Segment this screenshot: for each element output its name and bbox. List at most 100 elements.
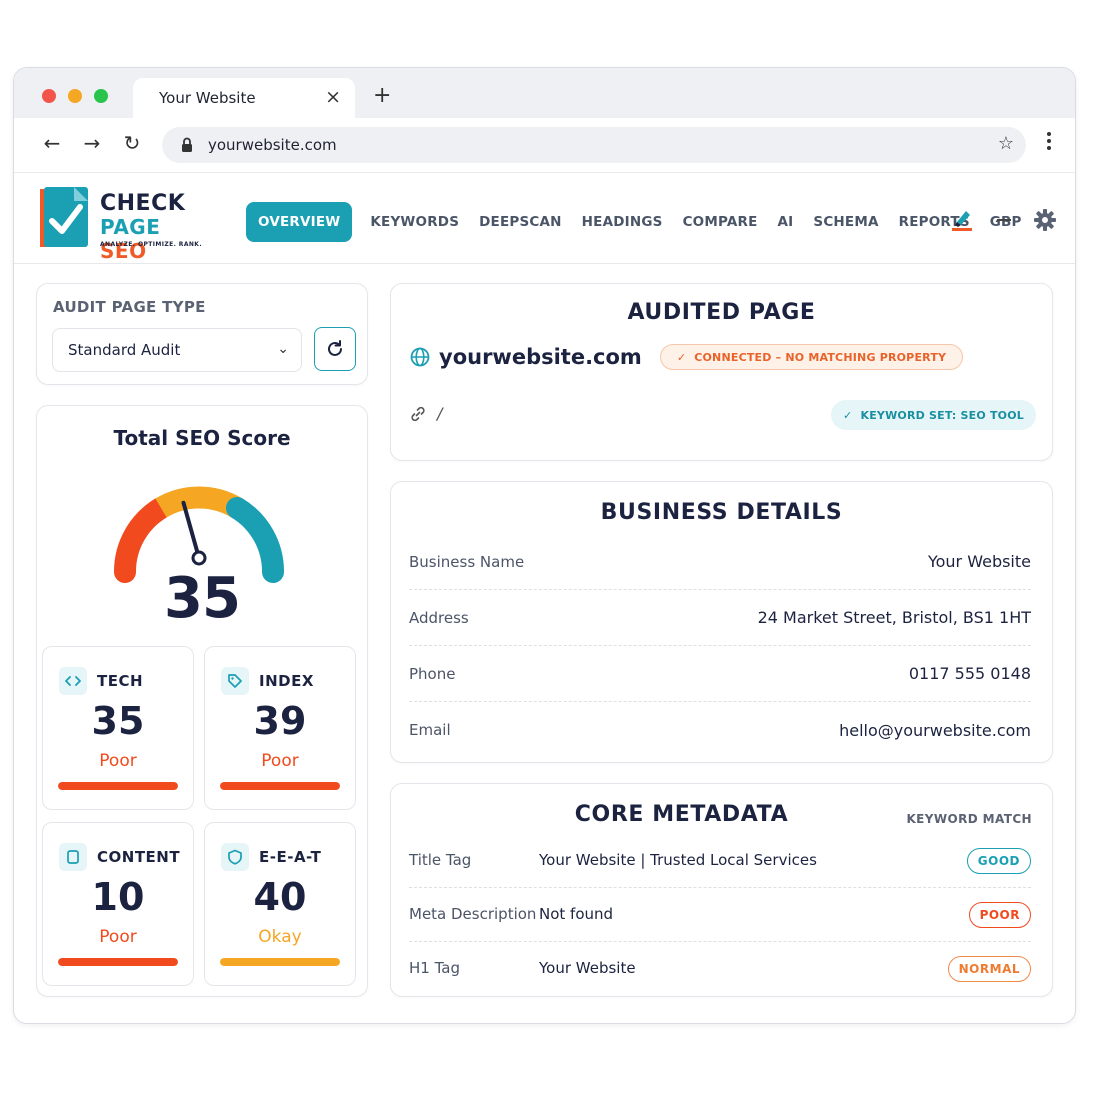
highlighter-icon[interactable] bbox=[949, 207, 975, 233]
content-bar bbox=[58, 958, 178, 966]
gear-icon[interactable] bbox=[1033, 208, 1057, 232]
tab-keywords[interactable]: KEYWORDS bbox=[370, 214, 459, 230]
index-rating: Poor bbox=[261, 751, 299, 771]
logo[interactable]: CHECK PAGE SEO ANALYZE. OPTIMIZE. RANK. bbox=[40, 187, 210, 263]
address-value: 24 Market Street, Bristol, BS1 1HT bbox=[757, 608, 1031, 627]
bookmark-star-icon[interactable]: ☆ bbox=[998, 133, 1014, 154]
keyword-set-badge[interactable]: ✓ KEYWORD SET: SEO TOOL bbox=[831, 400, 1036, 430]
new-tab-icon[interactable]: + bbox=[373, 83, 391, 108]
tab-overview[interactable]: OVERVIEW bbox=[246, 202, 353, 242]
audited-domain-row: yourwebsite.com ✓ CONNECTED – NO MATCHIN… bbox=[409, 344, 964, 370]
email-label: Email bbox=[409, 721, 451, 739]
refresh-audit-button[interactable] bbox=[314, 327, 356, 371]
business-row: Phone 0117 555 0148 bbox=[409, 646, 1031, 702]
tab-bar: Your Website × + bbox=[14, 68, 1075, 118]
url-text: yourwebsite.com bbox=[208, 136, 337, 154]
content-score-card[interactable]: CONTENT 10 Poor bbox=[42, 822, 194, 986]
business-details-title: BUSINESS DETAILS bbox=[600, 500, 843, 525]
h1-tag-label: H1 Tag bbox=[409, 959, 460, 977]
tab-compare[interactable]: COMPARE bbox=[683, 214, 758, 230]
tab-headings[interactable]: HEADINGS bbox=[582, 214, 663, 230]
metadata-row: Title Tag Your Website | Trusted Local S… bbox=[409, 834, 1031, 888]
connection-status-badge: ✓ CONNECTED – NO MATCHING PROPERTY bbox=[659, 344, 964, 370]
logo-text-check: CHECK bbox=[100, 191, 186, 216]
audit-type-select[interactable]: Standard Audit ⌄ bbox=[52, 328, 302, 372]
email-value: hello@yourwebsite.com bbox=[839, 720, 1031, 740]
audit-type-value: Standard Audit bbox=[68, 341, 181, 359]
minimize-window-button[interactable] bbox=[68, 89, 82, 103]
refresh-icon bbox=[328, 340, 342, 356]
business-name-value: Your Website bbox=[927, 552, 1031, 571]
eeat-bar bbox=[220, 958, 340, 966]
reload-icon[interactable]: ↻ bbox=[120, 131, 144, 155]
audited-page-card: AUDITED PAGE yourwebsite.com ✓ CONNECTED… bbox=[390, 283, 1053, 461]
business-row: Address 24 Market Street, Bristol, BS1 1… bbox=[409, 590, 1031, 646]
header-actions bbox=[949, 207, 1057, 233]
url-bar[interactable]: yourwebsite.com ☆ bbox=[162, 127, 1026, 163]
globe-icon bbox=[410, 347, 430, 367]
address-label: Address bbox=[409, 608, 469, 627]
metadata-row: H1 Tag Your Website NORMAL bbox=[409, 942, 1031, 996]
forward-icon[interactable]: → bbox=[80, 131, 104, 155]
tab-deepscan[interactable]: DEEPSCAN bbox=[479, 214, 562, 230]
main-nav: OVERVIEW KEYWORDS DEEPSCAN HEADINGS COMP… bbox=[246, 201, 1042, 243]
audit-type-card: AUDIT PAGE TYPE Standard Audit ⌄ bbox=[36, 283, 368, 385]
audit-type-label: AUDIT PAGE TYPE bbox=[53, 298, 206, 316]
gauge-needle bbox=[181, 500, 201, 560]
tech-rating: Poor bbox=[99, 751, 137, 771]
audited-page-title: AUDITED PAGE bbox=[627, 300, 816, 325]
tab-title: Your Website bbox=[159, 89, 256, 107]
maximize-window-button[interactable] bbox=[94, 89, 108, 103]
check-icon: ✓ bbox=[843, 408, 853, 422]
h1-tag-match-badge: NORMAL bbox=[947, 956, 1031, 982]
audited-path: / bbox=[437, 404, 443, 423]
audited-domain[interactable]: yourwebsite.com bbox=[439, 345, 642, 369]
phone-value: 0117 555 0148 bbox=[908, 664, 1031, 683]
audited-path-row: / bbox=[409, 404, 442, 423]
tab-schema[interactable]: SCHEMA bbox=[813, 214, 878, 230]
total-score-value: 35 bbox=[164, 566, 241, 631]
back-icon[interactable]: ← bbox=[40, 131, 64, 155]
index-value: 39 bbox=[253, 699, 307, 743]
business-row: Email hello@yourwebsite.com bbox=[409, 702, 1031, 758]
browser-menu-icon[interactable] bbox=[1047, 132, 1053, 153]
eeat-rating: Okay bbox=[258, 927, 302, 947]
content-label: CONTENT bbox=[97, 848, 181, 866]
address-bar-row: ← → ↻ yourwebsite.com ☆ bbox=[14, 118, 1075, 172]
tech-label: TECH bbox=[97, 672, 144, 690]
logo-tagline: ANALYZE. OPTIMIZE. RANK. bbox=[100, 241, 203, 248]
title-tag-match-badge: GOOD bbox=[966, 848, 1031, 874]
business-details-card: BUSINESS DETAILS Business Name Your Webs… bbox=[390, 481, 1053, 763]
metadata-row: Meta Description Not found POOR bbox=[409, 888, 1031, 942]
content-value: 10 bbox=[91, 875, 145, 919]
collapse-icon[interactable] bbox=[997, 219, 1011, 221]
core-metadata-card: CORE METADATA KEYWORD MATCH Title Tag Yo… bbox=[390, 783, 1053, 997]
keyword-match-header: KEYWORD MATCH bbox=[906, 812, 1032, 826]
business-name-label: Business Name bbox=[409, 552, 525, 571]
chevron-down-icon: ⌄ bbox=[277, 341, 289, 357]
tab-ai[interactable]: AI bbox=[778, 214, 794, 230]
meta-description-value: Not found bbox=[539, 905, 614, 923]
title-tag-value: Your Website | Trusted Local Services bbox=[539, 851, 817, 869]
tech-bar bbox=[58, 782, 178, 790]
eeat-value: 40 bbox=[253, 875, 307, 919]
tech-score-card[interactable]: TECH 35 Poor bbox=[42, 646, 194, 810]
browser-window: Your Website × + ← → ↻ yourwebsite.com ☆ bbox=[13, 67, 1076, 1024]
link-icon bbox=[411, 406, 425, 421]
tag-icon bbox=[221, 667, 249, 695]
browser-tab[interactable]: Your Website × bbox=[133, 78, 355, 118]
score-title: Total SEO Score bbox=[113, 426, 291, 450]
index-label: INDEX bbox=[259, 672, 314, 690]
gauge-pivot bbox=[191, 550, 207, 566]
check-icon: ✓ bbox=[676, 350, 687, 364]
app-header: CHECK PAGE SEO ANALYZE. OPTIMIZE. RANK. … bbox=[14, 172, 1075, 264]
shield-icon bbox=[221, 843, 249, 871]
eeat-score-card[interactable]: E-E-A-T 40 Okay bbox=[204, 822, 356, 986]
index-score-card[interactable]: INDEX 39 Poor bbox=[204, 646, 356, 810]
eeat-label: E-E-A-T bbox=[259, 848, 322, 866]
close-window-button[interactable] bbox=[42, 89, 56, 103]
h1-tag-value: Your Website bbox=[539, 959, 636, 977]
logo-mark-icon bbox=[40, 187, 88, 247]
meta-description-label: Meta Description bbox=[409, 905, 537, 923]
tab-close-icon[interactable]: × bbox=[325, 86, 341, 108]
